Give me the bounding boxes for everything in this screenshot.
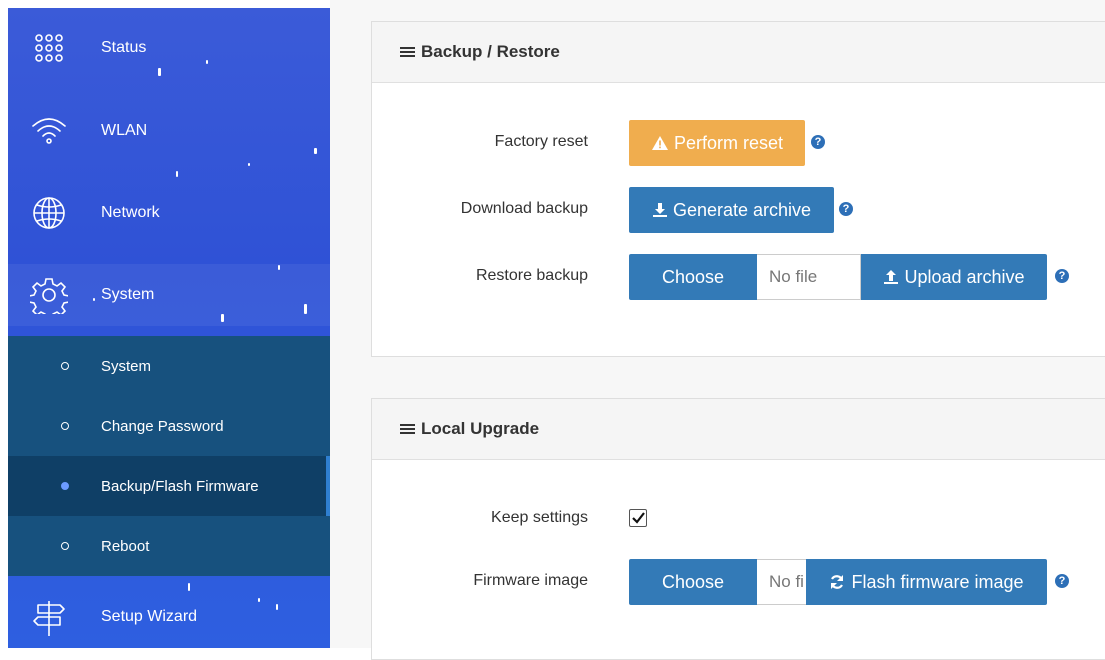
panel-header: Local Upgrade bbox=[372, 399, 1105, 460]
sidebar-item-label: System bbox=[101, 286, 155, 303]
factory-reset-row: Factory reset Perform reset ? bbox=[372, 120, 1105, 166]
bullet-icon bbox=[61, 422, 69, 430]
field-label: Factory reset bbox=[494, 133, 588, 150]
local-upgrade-panel: Local Upgrade Keep settings Firmware ima… bbox=[371, 398, 1105, 660]
dots-grid-icon bbox=[35, 34, 63, 62]
sidebar-item-wlan[interactable]: WLAN bbox=[8, 100, 330, 162]
keep-settings-checkbox[interactable] bbox=[629, 509, 647, 527]
snow-decoration bbox=[176, 171, 178, 177]
generate-archive-button[interactable]: Generate archive bbox=[629, 187, 834, 233]
button-label: Flash firmware image bbox=[851, 571, 1024, 592]
signpost-icon bbox=[33, 601, 65, 636]
choose-file-button[interactable]: Choose bbox=[629, 559, 757, 605]
button-label: Upload archive bbox=[904, 266, 1025, 287]
panel-header: Backup / Restore bbox=[372, 22, 1105, 83]
submenu-item-label: System bbox=[101, 357, 152, 375]
submenu-item-system[interactable]: System bbox=[8, 336, 330, 396]
checkmark-icon bbox=[632, 512, 645, 524]
list-icon bbox=[400, 422, 415, 436]
main-content: Backup / Restore Factory reset Perform r… bbox=[330, 0, 1105, 660]
system-submenu: System Change Password Backup/Flash Firm… bbox=[8, 336, 330, 576]
submenu-item-backup-flash-firmware[interactable]: Backup/Flash Firmware bbox=[8, 456, 330, 516]
sidebar-item-label: Setup Wizard bbox=[101, 608, 198, 625]
sidebar-item-status[interactable]: Status bbox=[8, 17, 330, 79]
submenu-item-reboot[interactable]: Reboot bbox=[8, 516, 330, 576]
snow-decoration bbox=[248, 163, 250, 166]
refresh-icon bbox=[831, 575, 844, 589]
flash-firmware-button[interactable]: Flash firmware image bbox=[806, 559, 1047, 605]
globe-icon bbox=[33, 197, 65, 229]
bullet-icon bbox=[61, 542, 69, 550]
field-label: Download backup bbox=[460, 200, 588, 217]
bullet-icon bbox=[61, 482, 69, 490]
upload-archive-button[interactable]: Upload archive bbox=[861, 254, 1047, 300]
help-icon[interactable]: ? bbox=[839, 202, 853, 216]
field-label: Restore backup bbox=[475, 267, 588, 284]
restore-backup-row: Restore backup Choose No file Upload arc… bbox=[372, 254, 1105, 300]
firmware-image-row: Firmware image Choose No fi Flash firmwa… bbox=[372, 559, 1105, 605]
restore-file-input[interactable]: Choose No file Upload archive bbox=[629, 254, 1047, 300]
sidebar-item-system[interactable]: System bbox=[8, 264, 330, 326]
sidebar-item-label: Status bbox=[101, 39, 147, 56]
submenu-item-label: Backup/Flash Firmware bbox=[101, 477, 259, 495]
help-icon[interactable]: ? bbox=[1055, 269, 1069, 283]
button-label: Perform reset bbox=[673, 132, 784, 153]
file-name-display: No fi bbox=[757, 559, 808, 605]
download-icon bbox=[652, 203, 667, 217]
sidebar-item-label: WLAN bbox=[101, 122, 148, 139]
perform-reset-button[interactable]: Perform reset bbox=[629, 120, 805, 166]
file-name-display: No file bbox=[757, 254, 861, 300]
help-icon[interactable]: ? bbox=[1055, 574, 1069, 588]
wifi-icon bbox=[32, 118, 66, 144]
field-label: Firmware image bbox=[473, 572, 588, 589]
bullet-icon bbox=[61, 362, 69, 370]
sidebar-item-label: Network bbox=[101, 204, 160, 221]
warning-icon bbox=[651, 136, 668, 150]
panel-title: Backup / Restore bbox=[421, 42, 560, 61]
choose-file-button[interactable]: Choose bbox=[629, 254, 757, 300]
field-label: Keep settings bbox=[491, 509, 588, 526]
submenu-item-change-password[interactable]: Change Password bbox=[8, 396, 330, 456]
button-label: Generate archive bbox=[672, 199, 812, 220]
list-icon bbox=[400, 45, 415, 59]
panel-title: Local Upgrade bbox=[421, 419, 540, 438]
gear-icon bbox=[30, 278, 68, 314]
sidebar-item-setup-wizard[interactable]: Setup Wizard bbox=[8, 586, 330, 648]
firmware-file-input[interactable]: Choose No fi Flash firmware image bbox=[629, 559, 1047, 605]
sidebar-item-network[interactable]: Network bbox=[8, 182, 330, 244]
submenu-item-label: Reboot bbox=[101, 537, 150, 555]
backup-restore-panel: Backup / Restore Factory reset Perform r… bbox=[371, 21, 1105, 357]
help-icon[interactable]: ? bbox=[811, 135, 825, 149]
download-backup-row: Download backup Generate archive ? bbox=[372, 187, 1105, 233]
keep-settings-row: Keep settings bbox=[372, 496, 1105, 542]
upload-icon bbox=[884, 270, 899, 284]
submenu-item-label: Change Password bbox=[101, 417, 224, 435]
sidebar: Status WLAN Network System System Change… bbox=[8, 8, 330, 648]
